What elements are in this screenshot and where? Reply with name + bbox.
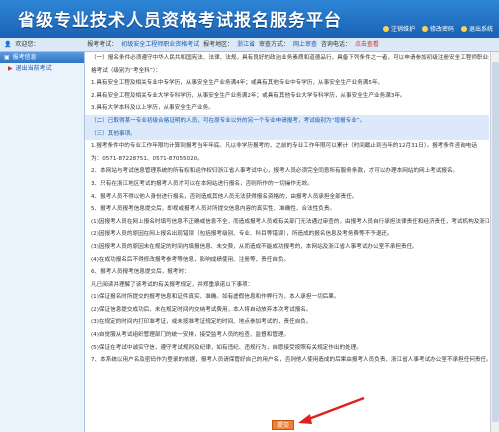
notice-paragraph: （二）已取得某一专业初级合格证明的人员，可在原专业以外的另一个专业申请报考，考试… bbox=[85, 114, 489, 128]
sidebar-head: ▣ 报考信息 bbox=[0, 52, 84, 63]
notice-paragraph: 2.具有安全工程及相关专业大学专科学历，从事安全生产业务满2年；或具有其他专业大… bbox=[91, 92, 406, 99]
notice-paragraph: 凡已阅读并理解了该考试的有关报考规定，并郑重承诺以下事项： bbox=[91, 281, 254, 288]
notice-paragraph: （一）报名条件必须遵守中华人民共和国宪法、法律、法规，具有良好的政治业务素质和道… bbox=[91, 55, 489, 61]
notice-paragraph: (2)因报考人员的原因在网上报名出现错误（包括报考级别、专业、科目等错误），所造… bbox=[91, 231, 393, 238]
change-password-link[interactable]: 修改密码 bbox=[421, 24, 454, 33]
red-arrow-annotation bbox=[298, 396, 365, 424]
welcome-label: 欢迎您： bbox=[15, 41, 40, 48]
notice-paragraph: 1.具有安全工程及相关专业中专学历，从事安全生产业务满4年；或具有其他专业中专学… bbox=[91, 80, 384, 87]
phone-link[interactable]: 点击查看 bbox=[355, 41, 379, 48]
notice-paragraph: (5)保证在考试中诚实守信，遵守考试规则及纪律，如有违纪、违规行为，自愿接受按照… bbox=[91, 344, 362, 351]
user-icon: 👤 bbox=[4, 41, 12, 48]
notice-paragraph: (3)因报考人员的原因未在规定的时间内填报信息、未交费，从而造成不能成功报考的，… bbox=[91, 243, 418, 250]
exit-icon: ▶ bbox=[8, 65, 13, 72]
notice-paragraph: (3)在规定的时间内打印准考证，或未按准考证规定的时间、地点参加考试的，责任自负… bbox=[91, 319, 312, 326]
notice-content: （一）报名条件必须遵守中华人民共和国宪法、法律、法规，具有良好的政治业务素质和道… bbox=[85, 52, 489, 432]
notice-paragraph: 格考试（级别为“考全科”）： bbox=[91, 67, 162, 74]
status-value: 网上审查 bbox=[292, 41, 317, 48]
notice-paragraph: 2、本网站与考试信息管理系统的所有权和运作权归浙江省人事考试中心，报考人员必须完… bbox=[91, 168, 459, 175]
submit-button[interactable]: 提交 bbox=[272, 420, 294, 430]
exam-value: 初级安全工程师职业资格考试 bbox=[121, 41, 200, 48]
notice-paragraph: (4)自觉服从考试组织管理部门的统一安排，接受监考人员的检查、监督和管理。 bbox=[91, 332, 290, 339]
notice-paragraph: 7、本系统以用户名及密码作为登录的依据，报考人员请保管好自己的用户名，否则他人使… bbox=[91, 357, 489, 364]
notice-paragraph: 为：0571-87228751、0571-87055020。 bbox=[91, 155, 203, 162]
folder-icon: ▣ bbox=[4, 54, 10, 61]
region-value: 浙江省 bbox=[237, 41, 256, 48]
scrollbar-thumb[interactable] bbox=[492, 62, 499, 422]
exam-label: 报考考试： bbox=[87, 41, 118, 48]
notice-paragraph: 3.具有大学本科及以上学历，从事安全生产业务。 bbox=[91, 105, 214, 112]
logout-link[interactable]: 退出系统 bbox=[460, 24, 493, 33]
page-title: 省级专业技术人员资格考试报名服务平台 bbox=[18, 11, 342, 31]
sidebar-item-label: 退出当前考试 bbox=[15, 65, 52, 72]
key-icon bbox=[421, 25, 428, 32]
region-label: 报考地区： bbox=[203, 41, 234, 48]
deregister-link[interactable]: 注销维护 bbox=[382, 24, 415, 33]
sidebar-head-label: 报考信息 bbox=[12, 54, 37, 61]
notice-paragraph: 4、报考人员不得以他人身份进行报名，否则造成其他人员无法获得报名资格的，由报考人… bbox=[91, 193, 358, 200]
notice-paragraph: 3、只有在浙江地区考试的报考人员才可以在本网站进行报名，否则所作的一切操作无效。 bbox=[91, 180, 313, 187]
notice-paragraph: 1.报考条件中的专业工作年限均计算到报考当年年底。凡以非学历报考的，之前的专业工… bbox=[91, 143, 477, 150]
notice-paragraph: (1)因报考人员在网上报名时填写信息不正确或信息不全，而造成报考人员或有关部门无… bbox=[91, 218, 489, 225]
notice-paragraph: (4)在成功报名后不得修改报考参考等信息，影响成绩使用、注册等，责任自负。 bbox=[91, 256, 290, 263]
sidebar: ▣ 报考信息 ▶ 退出当前考试 bbox=[0, 52, 85, 432]
notice-paragraph: (2)保证信息提交成功后，未在规定时间内交纳考试费用，本人将自动放弃本次考试报名… bbox=[91, 306, 312, 313]
logout-label: 退出系统 bbox=[468, 26, 493, 33]
info-bar: 👤 欢迎您： 报考考试： 初级安全工程师职业资格考试 报考地区： 浙江省 审查方… bbox=[0, 38, 499, 52]
house-icon bbox=[382, 25, 389, 32]
notice-paragraph: （三）其他事项。 bbox=[85, 127, 489, 141]
sidebar-item-exit-exam[interactable]: ▶ 退出当前考试 bbox=[0, 63, 84, 75]
notice-paragraph: 5、报考人员报考信息提交后，即视或报考人员对所提交信息内容的真实性、准确性、合法… bbox=[91, 206, 336, 213]
notice-paragraph: (1)保证报名时所提交的报考信息和证件真实、准确。如有虚假信息和作弊行为，本人承… bbox=[91, 294, 340, 301]
change-password-label: 修改密码 bbox=[429, 26, 454, 33]
deregister-label: 注销维护 bbox=[390, 26, 415, 33]
header-links: 注销维护 修改密码 退出系统 bbox=[382, 24, 493, 33]
power-icon bbox=[460, 25, 467, 32]
phone-label: 咨询电话： bbox=[320, 41, 351, 48]
status-label: 审查方式： bbox=[259, 41, 290, 48]
scrollbar[interactable] bbox=[490, 52, 499, 432]
notice-paragraph: 6、报考人员报考信息提交后，报考时： bbox=[91, 269, 190, 276]
header: 省级专业技术人员资格考试报名服务平台 注销维护 修改密码 退出系统 bbox=[0, 0, 499, 38]
